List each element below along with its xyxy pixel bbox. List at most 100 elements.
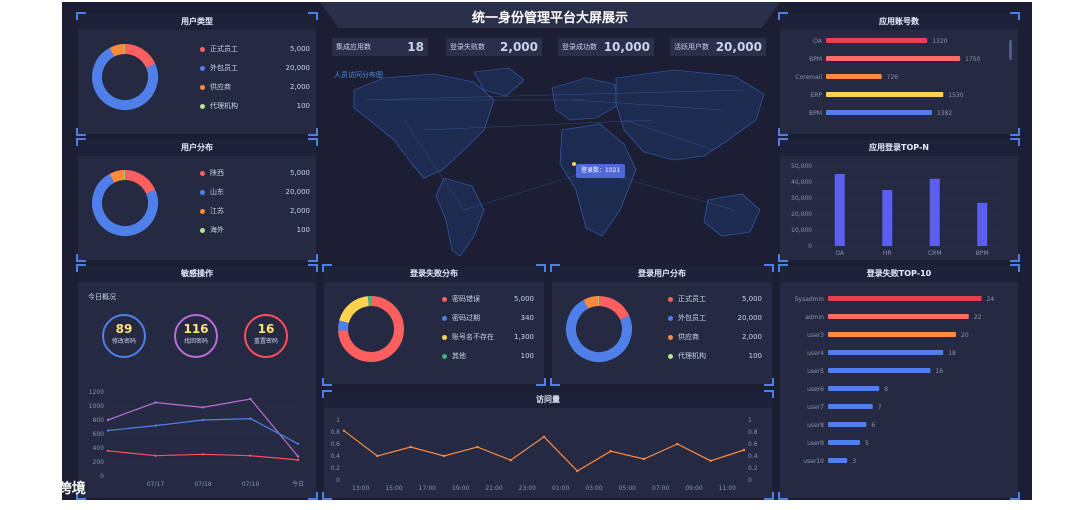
bar bbox=[929, 178, 940, 246]
login-fail-top-chart: Sysadmin 24 admin 22 user3 20 user4 18 user5 16 us… bbox=[795, 296, 994, 465]
x-tick-label: 17:00 bbox=[419, 485, 436, 492]
bar-category-label: admin bbox=[805, 314, 824, 321]
legend-row: 正式员工 5,000 bbox=[668, 290, 762, 309]
user-dist-donut bbox=[92, 170, 158, 236]
x-tick-label: 09:00 bbox=[685, 485, 702, 492]
bar-value-label: 20 bbox=[961, 332, 969, 339]
x-tick-label: 21:00 bbox=[485, 485, 502, 492]
legend-row: 代理机构 100 bbox=[668, 347, 762, 366]
user-dist-legend: 陕西 5,000 山东 20,000 江苏 2,000 海外 100 bbox=[200, 164, 310, 240]
x-tick-label: 05:00 bbox=[619, 485, 636, 492]
panel-title: 敏感操作 bbox=[78, 266, 316, 282]
title-bar: 统一身份管理平台大屏展示 bbox=[320, 2, 780, 28]
y-tick-label-right: 0.2 bbox=[748, 465, 758, 472]
bar-category-label: user7 bbox=[807, 404, 824, 411]
bar-value-label: 1750 bbox=[965, 56, 980, 63]
bar-value-label: 5 bbox=[865, 440, 869, 447]
y-tick-label: 200 bbox=[93, 459, 105, 466]
bar-value-label: 6 bbox=[871, 422, 875, 429]
bar-category-label: user10 bbox=[803, 458, 824, 465]
bar-category-label: user6 bbox=[807, 386, 824, 393]
series-point bbox=[296, 458, 300, 462]
panel-title: 登录用户分布 bbox=[552, 266, 772, 282]
map-tooltip: 登录数：1021 bbox=[576, 164, 626, 178]
legend-row: 供应商 2,000 bbox=[200, 78, 310, 97]
x-tick-label: OA bbox=[835, 250, 845, 257]
user-types-legend: 正式员工 5,000 外包员工 20,000 供应商 2,000 代理机构 100 bbox=[200, 40, 310, 116]
world-map-area[interactable]: 人员访问分布图 登录数：1021 bbox=[324, 60, 776, 260]
y-tick-label: 30,000 bbox=[791, 195, 812, 202]
panel-visits: 访问量 0 0 0.2 0.2 0.4 0.4 0.6 0.6 0.8 0.8 1 1 13:00 15:… bbox=[322, 390, 774, 500]
x-tick-label: CRM bbox=[928, 250, 942, 257]
login-fail-donut bbox=[338, 296, 404, 362]
y-tick-label: 40,000 bbox=[791, 179, 812, 186]
bar-category-label: BPM bbox=[809, 110, 822, 117]
y-tick-label: 0.4 bbox=[330, 453, 340, 460]
x-tick-label: 15:00 bbox=[385, 485, 402, 492]
legend-dot bbox=[200, 104, 205, 109]
legend-row: 外包员工 20,000 bbox=[200, 59, 310, 78]
legend-dot bbox=[442, 354, 447, 359]
series-point bbox=[296, 442, 300, 445]
series-point bbox=[542, 435, 546, 438]
series-point bbox=[249, 454, 252, 457]
bar-value-label: 18 bbox=[948, 350, 956, 357]
bar-category-label: Coremail bbox=[795, 74, 822, 81]
legend-dot bbox=[200, 190, 205, 195]
y-tick-label-right: 0.4 bbox=[748, 453, 758, 460]
legend-row: 正式员工 5,000 bbox=[200, 40, 310, 59]
bar bbox=[834, 174, 845, 246]
series-point bbox=[106, 418, 110, 422]
bar-category-label: user4 bbox=[807, 350, 824, 357]
stat-value: 20,000 bbox=[715, 40, 762, 54]
y-tick-label: 0.8 bbox=[330, 429, 340, 436]
stat-login-fail: 登录失败数 2,000 bbox=[446, 38, 542, 56]
panel-title: 登录失败TOP-10 bbox=[780, 266, 1018, 282]
sensitive-line-chart: 0 200 400 600 800 1000 1200 07/17 07/18 07/19 今日 bbox=[89, 389, 304, 488]
stat-value: 2,000 bbox=[500, 40, 538, 54]
y-tick-label-right: 0 bbox=[748, 477, 752, 484]
legend-dot bbox=[200, 171, 205, 176]
x-tick-label: 07:00 bbox=[652, 485, 669, 492]
donut-slice bbox=[583, 296, 599, 309]
legend-dot bbox=[668, 316, 673, 321]
y-tick-label: 1000 bbox=[89, 403, 104, 410]
legend-row: 密码过期 340 bbox=[442, 309, 534, 328]
legend-row: 账号名不存在 1,300 bbox=[442, 328, 534, 347]
app-login-bar-chart: 0 10,000 20,000 30,000 40,000 50,000 OA HR CRM BP… bbox=[791, 163, 1006, 257]
x-tick-label: HR bbox=[883, 250, 892, 257]
series-point bbox=[249, 397, 252, 401]
stat-value: 10,000 bbox=[603, 40, 650, 54]
scrollbar[interactable] bbox=[1009, 40, 1012, 60]
page-title: 统一身份管理平台大屏展示 bbox=[471, 11, 628, 26]
brand-logo: ι©° bbox=[8, 483, 27, 496]
y-tick-label: 800 bbox=[93, 417, 105, 424]
circle-recover-password: 116 找回密码 bbox=[174, 314, 218, 358]
login-user-donut bbox=[566, 296, 632, 362]
stat-integrated-apps: 集成应用数 18 bbox=[332, 38, 428, 56]
bar bbox=[828, 296, 982, 301]
panel-user-distribution: 用户分布 陕西 5,000 山东 20,000 江苏 2,000 海外 100 bbox=[76, 138, 318, 262]
x-tick-label: 19:00 bbox=[452, 485, 469, 492]
y-tick-label: 20,000 bbox=[791, 211, 812, 218]
legend-row: 山东 20,000 bbox=[200, 183, 310, 202]
legend-dot bbox=[442, 335, 447, 340]
legend-dot bbox=[200, 47, 205, 52]
donut-slice bbox=[124, 44, 156, 69]
x-tick-label: 11:00 bbox=[719, 485, 736, 492]
series-point bbox=[201, 418, 205, 422]
world-map bbox=[353, 67, 765, 257]
series-point bbox=[106, 429, 110, 432]
stat-label: 活跃用户数 bbox=[674, 43, 709, 51]
bar-value-label: 7 bbox=[878, 404, 882, 411]
x-tick-label: 01:00 bbox=[552, 485, 569, 492]
bar bbox=[828, 314, 969, 319]
series-point bbox=[201, 453, 205, 456]
bar-value-label: 16 bbox=[935, 368, 943, 375]
legend-row: 海外 100 bbox=[200, 221, 310, 240]
dashboard-screen: 统一身份管理平台大屏展示 集成应用数 18 登录失败数 2,000 登录成功数 … bbox=[62, 2, 1032, 500]
login-fail-legend: 密码错误 5,000 密码过期 340 账号名不存在 1,300 其他 100 bbox=[442, 290, 534, 366]
x-tick-label: 13:00 bbox=[352, 485, 369, 492]
bar bbox=[826, 110, 932, 115]
bar-category-label: Sysadmin bbox=[795, 296, 824, 303]
